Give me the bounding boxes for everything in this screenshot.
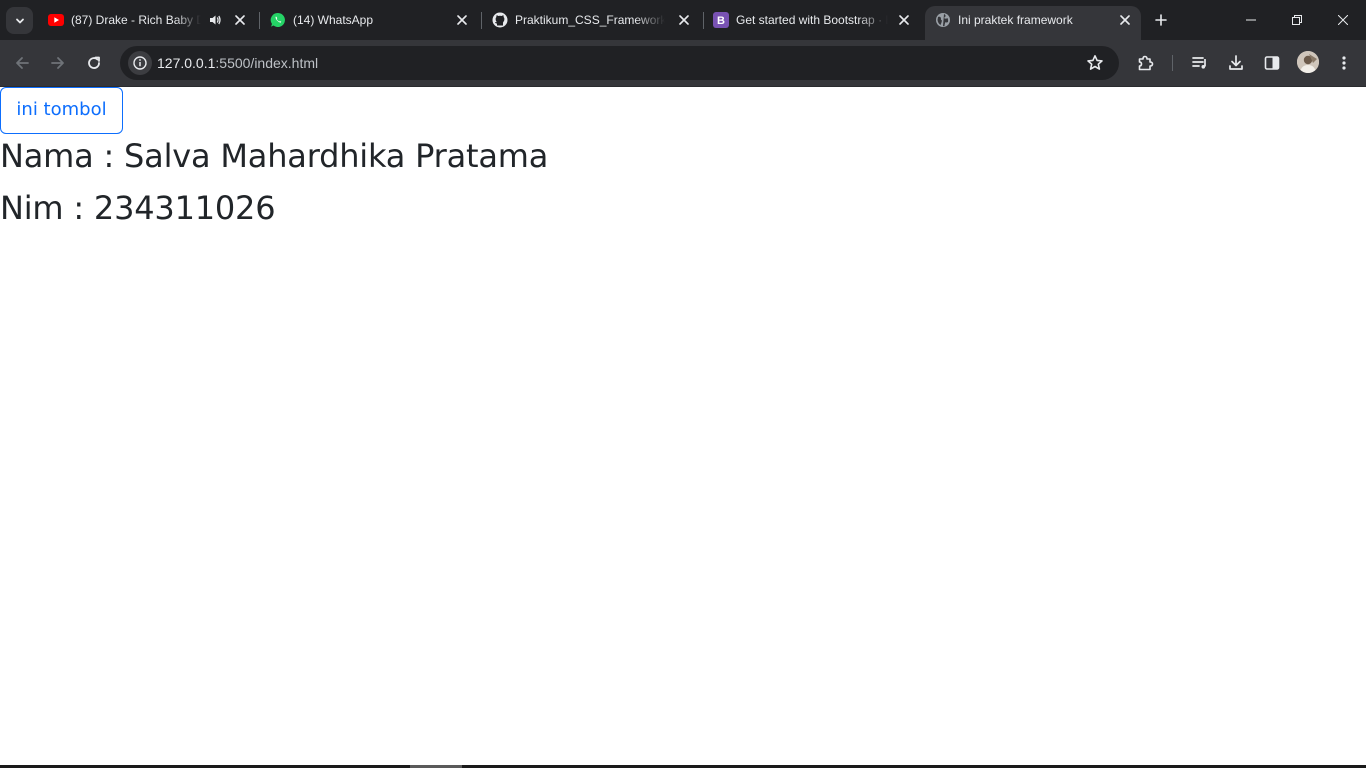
chrome-menu-button[interactable] (1331, 50, 1357, 76)
restore-icon (1292, 15, 1302, 25)
address-bar[interactable]: 127.0.0.1:5500/index.html (120, 46, 1119, 80)
tab-title: (87) Drake - Rich Baby D (71, 13, 201, 27)
tab-close-icon[interactable] (1118, 13, 1132, 27)
profile-avatar[interactable] (1297, 51, 1319, 73)
tab-close-icon[interactable] (455, 13, 469, 27)
svg-text:B: B (717, 15, 725, 27)
nama-heading: Nama : Salva Mahardhika Pratama (0, 137, 549, 175)
url-host: 127.0.0.1 (157, 55, 216, 71)
info-icon (133, 56, 147, 70)
arrow-left-icon (16, 57, 29, 69)
globe-icon (935, 12, 951, 28)
minimize-icon (1246, 19, 1256, 21)
tab-close-icon[interactable] (677, 13, 691, 27)
tab-active-praktek[interactable]: Ini praktek framework (925, 6, 1141, 40)
github-icon (492, 12, 508, 28)
toolbar-divider (1172, 55, 1173, 71)
tab-youtube[interactable]: (87) Drake - Rich Baby D (38, 0, 256, 40)
tab-github[interactable]: Praktikum_CSS_Framework/i (482, 0, 700, 40)
tab-title: (14) WhatsApp (293, 13, 374, 27)
restore-button[interactable] (1274, 0, 1320, 40)
whatsapp-icon (270, 12, 286, 28)
bookmark-star-icon[interactable] (1086, 54, 1104, 72)
bootstrap-icon: B (713, 12, 729, 28)
tab-strip: (87) Drake - Rich Baby D (14) WhatsApp P… (0, 0, 1366, 40)
tab-title: Praktikum_CSS_Framework/i (515, 13, 665, 27)
close-icon (1338, 15, 1348, 25)
nim-heading: Nim : 234311026 (0, 189, 276, 227)
puzzle-icon (1138, 55, 1154, 71)
side-panel-button[interactable] (1259, 50, 1285, 76)
tab-title: Get started with Bootstrap · B (736, 13, 888, 27)
window-close-button[interactable] (1320, 0, 1366, 40)
site-info-button[interactable] (128, 51, 152, 75)
reload-icon (88, 56, 100, 69)
extensions-button[interactable] (1133, 50, 1159, 76)
url-text[interactable]: 127.0.0.1:5500/index.html (157, 55, 318, 71)
media-control-button[interactable] (1187, 50, 1213, 76)
new-tab-button[interactable] (1150, 9, 1172, 31)
tab-search-button[interactable] (6, 7, 33, 34)
speaker-icon[interactable] (208, 13, 222, 27)
forward-button[interactable] (45, 50, 71, 76)
tab-bootstrap[interactable]: B Get started with Bootstrap · B (703, 0, 921, 40)
page-viewport: ini tombol Nama : Salva Mahardhika Prata… (0, 87, 1366, 768)
download-icon (1229, 55, 1243, 70)
tab-whatsapp[interactable]: (14) WhatsApp (260, 0, 478, 40)
more-vertical-icon (1342, 56, 1346, 70)
url-path: :5500/index.html (215, 55, 319, 71)
tab-close-icon[interactable] (233, 13, 247, 27)
downloads-button[interactable] (1223, 50, 1249, 76)
youtube-icon (48, 12, 64, 28)
ini-tombol-button[interactable]: ini tombol (0, 87, 123, 134)
avatar-icon (1297, 51, 1319, 73)
chevron-down-icon (15, 18, 24, 23)
tab-title: Ini praktek framework (958, 13, 1073, 27)
plus-icon (1155, 14, 1167, 26)
tab-close-icon[interactable] (897, 13, 911, 27)
media-queue-icon (1192, 57, 1206, 69)
side-panel-icon (1264, 56, 1280, 70)
reload-button[interactable] (81, 50, 107, 76)
arrow-right-icon (51, 57, 64, 69)
browser-toolbar: 127.0.0.1:5500/index.html (0, 40, 1366, 87)
back-button[interactable] (9, 50, 35, 76)
minimize-button[interactable] (1228, 0, 1274, 40)
